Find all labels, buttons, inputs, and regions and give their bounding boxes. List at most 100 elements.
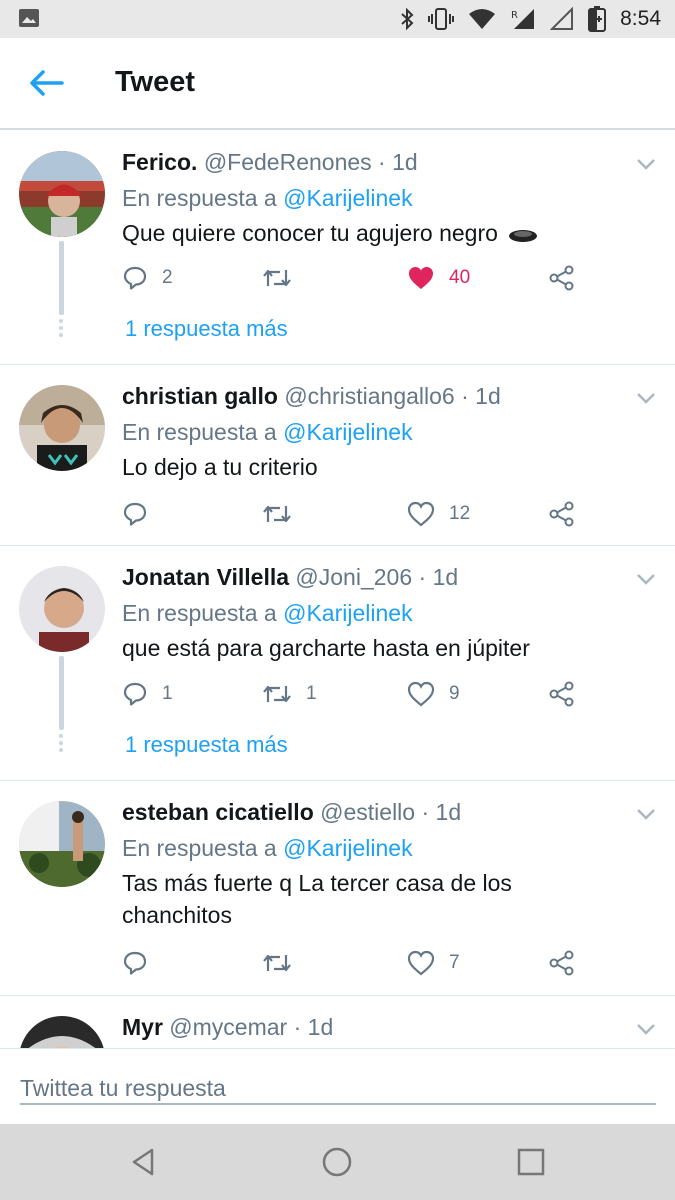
back-triangle-icon[interactable] xyxy=(128,1146,160,1178)
thread-line xyxy=(59,241,64,315)
thread-dots xyxy=(59,734,64,755)
like-button[interactable]: 9 xyxy=(407,679,460,709)
share-icon xyxy=(549,265,574,291)
chevron-down-icon[interactable] xyxy=(636,391,656,405)
user-name[interactable]: Jonatan Villella xyxy=(122,564,289,590)
home-circle-icon[interactable] xyxy=(321,1146,353,1178)
more-replies-link[interactable]: 1 respuesta más xyxy=(125,316,288,342)
user-handle: @christiangallo6 xyxy=(284,383,455,409)
reply-prefix: En respuesta a xyxy=(122,835,277,861)
user-handle: @mycemar xyxy=(169,1014,288,1040)
retweet-button[interactable] xyxy=(262,948,306,978)
user-handle: @FedeRenones xyxy=(203,149,372,175)
wifi-icon xyxy=(469,9,496,29)
reply-icon xyxy=(123,266,147,290)
retweet-button[interactable] xyxy=(262,499,306,529)
like-button[interactable]: 40 xyxy=(407,263,470,293)
tweet-item[interactable]: christian gallo @christiangallo6 · 1d En… xyxy=(0,365,675,546)
retweet-icon xyxy=(263,954,291,972)
avatar[interactable] xyxy=(19,566,105,652)
share-button[interactable] xyxy=(548,679,576,709)
avatar[interactable] xyxy=(19,1016,105,1048)
tweet-header: christian gallo @christiangallo6 · 1d xyxy=(122,383,501,410)
heart-filled-icon xyxy=(409,267,433,289)
reply-icon xyxy=(123,502,147,526)
tweet-time: 1d xyxy=(435,799,462,825)
black-hole-emoji xyxy=(509,229,538,242)
tweet-header: Jonatan Villella @Joni_206 · 1d xyxy=(122,564,458,591)
mention-link[interactable]: @Karijelinek xyxy=(283,835,412,861)
reply-prefix: En respuesta a xyxy=(122,600,277,626)
reply-context: En respuesta a @Karijelinek xyxy=(122,600,413,627)
arrow-left-icon[interactable] xyxy=(28,68,64,98)
reply-prefix: En respuesta a xyxy=(122,185,277,211)
tweet-item[interactable]: Jonatan Villella @Joni_206 · 1d En respu… xyxy=(0,546,675,781)
thread-dots xyxy=(59,319,64,340)
heart-icon xyxy=(407,501,435,527)
share-button[interactable] xyxy=(548,499,576,529)
tweet-header: esteban cicatiello @estiello · 1d xyxy=(122,799,461,826)
reply-button[interactable] xyxy=(122,948,162,978)
tweet-text-line: chanchitos xyxy=(122,902,232,928)
separator: · xyxy=(461,383,469,409)
like-button[interactable]: 12 xyxy=(407,499,470,529)
chevron-down-icon[interactable] xyxy=(636,1022,656,1036)
reply-button[interactable]: 1 xyxy=(122,679,173,709)
separator: · xyxy=(418,564,427,590)
user-name[interactable]: christian gallo xyxy=(122,383,278,409)
avatar[interactable] xyxy=(19,801,105,887)
separator: · xyxy=(378,149,386,175)
system-nav-bar xyxy=(0,1124,675,1200)
retweet-button[interactable] xyxy=(262,263,306,293)
share-button[interactable] xyxy=(548,948,576,978)
retweet-icon xyxy=(263,269,291,287)
tweet-text: que está para garcharte hasta en júpiter xyxy=(122,635,530,661)
tweet-text-line: Tas más fuerte q La tercer casa de los xyxy=(122,870,512,896)
mention-link[interactable]: @Karijelinek xyxy=(283,185,412,211)
like-button[interactable]: 7 xyxy=(407,948,460,978)
battery-charging-icon xyxy=(588,6,607,32)
tweet-item[interactable]: Ferico. @FedeRenones · 1d En respuesta a… xyxy=(0,131,675,365)
vibrate-icon xyxy=(428,8,455,30)
user-name[interactable]: Myr xyxy=(122,1014,163,1040)
tweet-actions: 1 1 9 xyxy=(122,679,592,709)
share-button[interactable] xyxy=(548,263,576,293)
heart-icon xyxy=(407,681,435,707)
tweet-text: Lo dejo a tu criterio xyxy=(122,454,318,480)
avatar[interactable] xyxy=(19,151,105,237)
tweet-time: 1d xyxy=(392,149,418,175)
reply-composer: Twittea tu respuesta xyxy=(0,1048,675,1124)
mention-link[interactable]: @Karijelinek xyxy=(283,600,412,626)
more-replies-link[interactable]: 1 respuesta más xyxy=(125,732,288,758)
tweet-item[interactable]: Myr @mycemar · 1d xyxy=(0,996,675,1048)
share-icon xyxy=(549,950,574,976)
reply-icon xyxy=(123,682,147,706)
retweet-count: 1 xyxy=(306,683,317,704)
retweet-button[interactable]: 1 xyxy=(262,679,317,709)
page-title: Tweet xyxy=(115,66,196,98)
chevron-down-icon[interactable] xyxy=(636,807,656,821)
thread-line xyxy=(59,656,64,730)
chevron-down-icon[interactable] xyxy=(636,157,656,171)
user-handle: @Joni_206 xyxy=(295,564,413,590)
reply-count: 1 xyxy=(162,683,173,704)
user-name[interactable]: Ferico. xyxy=(122,149,197,175)
clock: 8:54 xyxy=(620,7,661,30)
user-name[interactable]: esteban cicatiello xyxy=(122,799,314,825)
tweet-header: Myr @mycemar · 1d xyxy=(122,1014,333,1041)
reply-button[interactable]: 2 xyxy=(122,263,173,293)
image-icon xyxy=(19,9,39,27)
reply-input[interactable]: Twittea tu respuesta xyxy=(20,1061,656,1105)
status-bar: R 8:54 xyxy=(0,0,675,38)
reply-context: En respuesta a @Karijelinek xyxy=(122,835,413,862)
tweet-item[interactable]: esteban cicatiello @estiello · 1d En res… xyxy=(0,781,675,996)
retweet-icon xyxy=(263,505,291,523)
chevron-down-icon[interactable] xyxy=(636,572,656,586)
mention-link[interactable]: @Karijelinek xyxy=(283,419,412,445)
tweet-actions: 2 40 xyxy=(122,263,592,293)
reply-button[interactable] xyxy=(122,499,162,529)
avatar[interactable] xyxy=(19,385,105,471)
tweet-time: 1d xyxy=(432,564,459,590)
recents-square-icon[interactable] xyxy=(515,1146,547,1178)
tweet-actions: 12 xyxy=(122,499,592,529)
